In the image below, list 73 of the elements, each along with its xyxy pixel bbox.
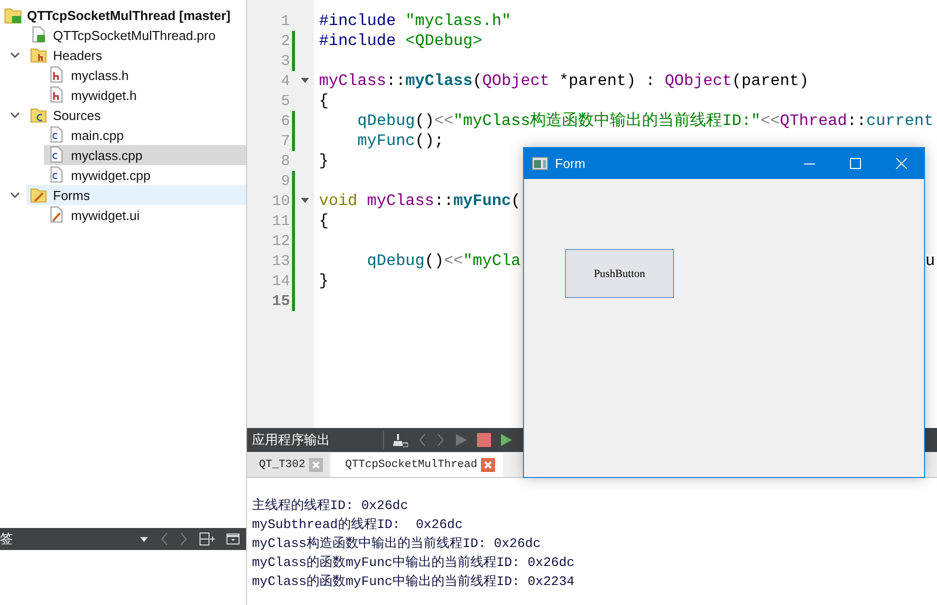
fold-arrow-icon[interactable]: [300, 78, 308, 84]
code-line: }: [319, 271, 329, 291]
line-number: 2: [280, 32, 290, 50]
line-number: 8: [280, 152, 290, 170]
tree-item[interactable]: mywidget.ui: [44, 205, 246, 225]
forward-icon[interactable]: [436, 433, 446, 447]
close-icon[interactable]: [481, 458, 496, 472]
code-line: qDebug()<<"myCla: [366, 251, 521, 271]
play-icon[interactable]: [455, 433, 468, 447]
line-number: 11: [270, 212, 290, 230]
form-folder-icon: [30, 186, 48, 204]
line-number: 14: [270, 272, 290, 290]
maximize-icon[interactable]: [850, 158, 860, 169]
line-number: 15: [270, 292, 290, 310]
line-number: 10: [270, 192, 290, 210]
close-pane-icon[interactable]: [226, 532, 240, 546]
line-number: 3: [280, 52, 290, 70]
header-folder-icon: [30, 46, 48, 64]
window-title: Form: [555, 156, 586, 171]
chevron-icon[interactable]: [10, 190, 20, 200]
line-number: 6: [280, 112, 290, 130]
code-line: {: [319, 211, 329, 231]
tree-item[interactable]: Sources: [26, 105, 246, 125]
output-line: mySubthread的线程ID: 0x26dc: [252, 516, 464, 534]
output-line: myClass构造函数中输出的当前线程ID: 0x26dc: [252, 535, 542, 553]
line-number: 1: [280, 12, 290, 30]
tree-item[interactable]: mywidget.cpp: [44, 165, 246, 185]
tree-item[interactable]: Forms: [26, 185, 246, 205]
forward-icon[interactable]: [179, 532, 189, 546]
push-button[interactable]: PushButton: [565, 249, 674, 298]
code-line: qDebug()<<"myClass构造函数中输出的当前线程ID:"<<QThread::current: [356, 111, 934, 131]
output-tab[interactable]: QTTcpSocketMulThread: [331, 453, 504, 477]
tree-item[interactable]: main.cpp: [44, 125, 246, 145]
chevron-icon[interactable]: [10, 50, 20, 60]
broom-icon[interactable]: [392, 433, 408, 447]
qt-file-icon: [30, 26, 48, 44]
back-icon[interactable]: [417, 433, 427, 447]
output-line: 主线程的线程ID: 0x26dc: [252, 497, 410, 515]
tree-item[interactable]: myclass.h: [44, 65, 246, 85]
window-icon: [532, 156, 548, 170]
tree-item[interactable]: myclass.cpp: [44, 145, 246, 165]
code-fragment: u: [925, 251, 935, 271]
line-number: 12: [270, 232, 290, 250]
line-number: 9: [280, 172, 290, 190]
tree-item[interactable]: QTTcpSocketMulThread.pro: [26, 25, 246, 45]
line-number: 5: [280, 92, 290, 110]
code-line: myFunc();: [356, 131, 444, 151]
qt-folder-icon: [4, 6, 22, 24]
back-icon[interactable]: [159, 532, 169, 546]
tree-item[interactable]: QTTcpSocketMulThread [master]: [0, 5, 246, 25]
code-line: void myClass::myFunc(: [319, 191, 521, 211]
panel-title: 应用程序输出: [251, 432, 331, 449]
chevron-icon[interactable]: [10, 110, 20, 120]
output-line: myClass的函数myFunc中输出的当前线程ID: 0x26dc: [252, 554, 576, 572]
dropdown-caret-icon[interactable]: [139, 534, 149, 544]
cpp-folder-icon: [30, 106, 48, 124]
panel-title: 签: [0, 530, 14, 548]
line-number: 4: [280, 72, 290, 90]
code-line: #include <QDebug>: [319, 31, 482, 51]
code-line: myClass::myClass(QObject *parent) : QObject(parent): [319, 71, 809, 91]
fold-arrow-icon[interactable]: [300, 198, 308, 204]
tree-item[interactable]: Headers: [26, 45, 246, 65]
output-line: myClass的函数myFunc中输出的当前线程ID: 0x2234: [252, 573, 576, 591]
code-line: {: [319, 91, 329, 111]
close-icon[interactable]: [896, 158, 906, 169]
run-debug-icon[interactable]: [500, 433, 512, 447]
output-tab[interactable]: QT_T302: [247, 453, 330, 477]
code-line: }: [319, 151, 329, 171]
code-line: #include "myclass.h": [319, 11, 512, 31]
split-add-icon[interactable]: [199, 532, 216, 546]
line-number: 13: [270, 252, 290, 270]
tree-item[interactable]: mywidget.h: [44, 85, 246, 105]
line-number: 7: [280, 132, 290, 150]
